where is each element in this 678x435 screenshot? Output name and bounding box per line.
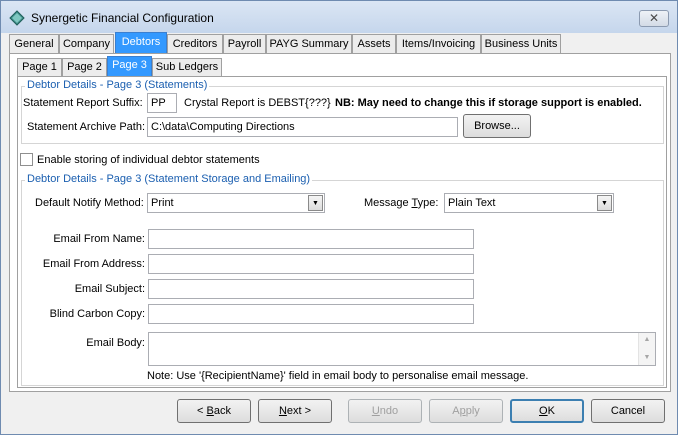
next-button[interactable]: Next > — [258, 399, 332, 423]
personalise-note: Note: Use '{RecipientName}' field in ema… — [147, 370, 529, 382]
tab-label: General — [14, 38, 54, 50]
tab-debtors[interactable]: Debtors — [115, 32, 167, 54]
storage-group-legend: Debtor Details - Page 3 (Statement Stora… — [25, 173, 313, 185]
next-label-mnemonic: N — [278, 405, 287, 417]
message-type-label: Message Type: — [364, 197, 438, 209]
tab-general[interactable]: General — [9, 34, 59, 54]
statements-group-legend: Debtor Details - Page 3 (Statements) — [25, 79, 210, 91]
back-label: < Back — [197, 405, 231, 417]
apply-label-post: ply — [465, 405, 480, 417]
tab-label: Assets — [357, 38, 391, 50]
browse-button[interactable]: Browse... — [463, 114, 531, 138]
back-button[interactable]: < Back — [177, 399, 251, 423]
bcc-input[interactable] — [148, 304, 474, 324]
next-label: Next > — [279, 405, 311, 417]
tab-business-units[interactable]: Business Units — [481, 34, 561, 54]
nb-warning-text: NB: May need to change this if storage s… — [335, 97, 642, 109]
chevron-down-icon[interactable]: ▼ — [597, 195, 612, 211]
email-from-address-input[interactable] — [148, 254, 474, 274]
tab-payg-summary[interactable]: PAYG Summary — [266, 34, 352, 54]
tab-label: Company — [62, 38, 111, 50]
tab-label: Items/Invoicing — [401, 38, 476, 50]
back-label-pre: < — [197, 405, 207, 417]
title-bar: Synergetic Financial Configuration ✕ — [1, 1, 677, 33]
ok-label-post: K — [547, 405, 555, 417]
scroll-up-icon[interactable]: ▲ — [639, 334, 655, 346]
config-window: Synergetic Financial Configuration ✕ Gen… — [0, 0, 678, 435]
report-suffix-label: Statement Report Suffix: — [23, 97, 143, 109]
ok-label: OK — [539, 405, 555, 417]
tab-assets[interactable]: Assets — [352, 34, 396, 54]
tab-label: Payroll — [227, 38, 262, 50]
ok-button[interactable]: OK — [510, 399, 584, 423]
subtab-label: Sub Ledgers — [155, 61, 219, 73]
browse-label: Browse... — [474, 120, 520, 132]
tab-label: Business Units — [484, 38, 558, 50]
undo-label-mnemonic: U — [371, 405, 380, 417]
email-from-name-input[interactable] — [148, 229, 474, 249]
apply-button[interactable]: Apply — [429, 399, 503, 423]
window-title: Synergetic Financial Configuration — [31, 11, 214, 25]
message-type-select[interactable]: Plain Text ▼ — [444, 193, 614, 213]
subtab-label: Page 3 — [112, 59, 147, 71]
notify-method-label: Default Notify Method: — [35, 197, 144, 209]
tab-creditors[interactable]: Creditors — [167, 34, 223, 54]
message-type-value: Plain Text — [448, 197, 496, 209]
ok-label-mnemonic: O — [539, 405, 548, 417]
email-body-scrollbar[interactable]: ▲ ▼ — [638, 333, 655, 365]
tab-payroll[interactable]: Payroll — [223, 34, 266, 54]
tab-items-invoicing[interactable]: Items/Invoicing — [396, 34, 481, 54]
email-from-address-label: Email From Address: — [42, 258, 145, 270]
close-icon: ✕ — [648, 11, 660, 25]
scroll-down-icon[interactable]: ▼ — [639, 352, 655, 364]
close-button[interactable]: ✕ — [639, 10, 669, 27]
email-subject-label: Email Subject: — [74, 283, 145, 295]
message-type-label-pre: Message — [364, 197, 412, 209]
notify-method-select[interactable]: Print ▼ — [147, 193, 325, 213]
bcc-label: Blind Carbon Copy: — [49, 308, 145, 320]
report-suffix-input[interactable]: PP — [147, 93, 177, 113]
undo-label-post: ndo — [379, 405, 399, 417]
crystal-report-text: Crystal Report is DEBST{???} — [184, 97, 331, 109]
next-label-post: ext > — [286, 405, 312, 417]
undo-button[interactable]: Undo — [348, 399, 422, 423]
subtab-page-2[interactable]: Page 2 — [62, 58, 107, 77]
notify-method-value: Print — [151, 197, 174, 209]
archive-path-input[interactable]: C:\data\Computing Directions — [147, 117, 458, 137]
message-type-label-post: ype: — [417, 197, 439, 209]
undo-label: Undo — [372, 405, 398, 417]
back-label-post: ack — [213, 405, 231, 417]
chevron-down-icon[interactable]: ▼ — [308, 195, 323, 211]
tab-label: Creditors — [172, 38, 218, 50]
subtab-label: Page 2 — [67, 61, 102, 73]
diamond-app-icon — [9, 10, 25, 26]
archive-path-label: Statement Archive Path: — [27, 121, 146, 133]
apply-label-pre: A — [452, 405, 460, 417]
subtab-page-3[interactable]: Page 3 — [107, 56, 152, 77]
subtab-page-1[interactable]: Page 1 — [17, 58, 62, 77]
email-from-name-label: Email From Name: — [53, 233, 145, 245]
subtab-sub-ledgers[interactable]: Sub Ledgers — [152, 58, 222, 77]
email-subject-input[interactable] — [148, 279, 474, 299]
cancel-label: Cancel — [610, 405, 646, 417]
cancel-button[interactable]: Cancel — [591, 399, 665, 423]
back-label-mnemonic: B — [206, 405, 214, 417]
enable-storing-checkbox[interactable] — [20, 153, 33, 166]
enable-storing-label: Enable storing of individual debtor stat… — [37, 154, 260, 166]
subtab-label: Page 1 — [22, 61, 57, 73]
email-body-textarea[interactable]: ▲ ▼ — [148, 332, 656, 366]
tab-company[interactable]: Company — [59, 34, 114, 54]
apply-label: Apply — [452, 405, 480, 417]
email-body-label: Email Body: — [86, 337, 145, 349]
tab-label: Debtors — [121, 36, 161, 48]
tab-label: PAYG Summary — [269, 38, 349, 50]
